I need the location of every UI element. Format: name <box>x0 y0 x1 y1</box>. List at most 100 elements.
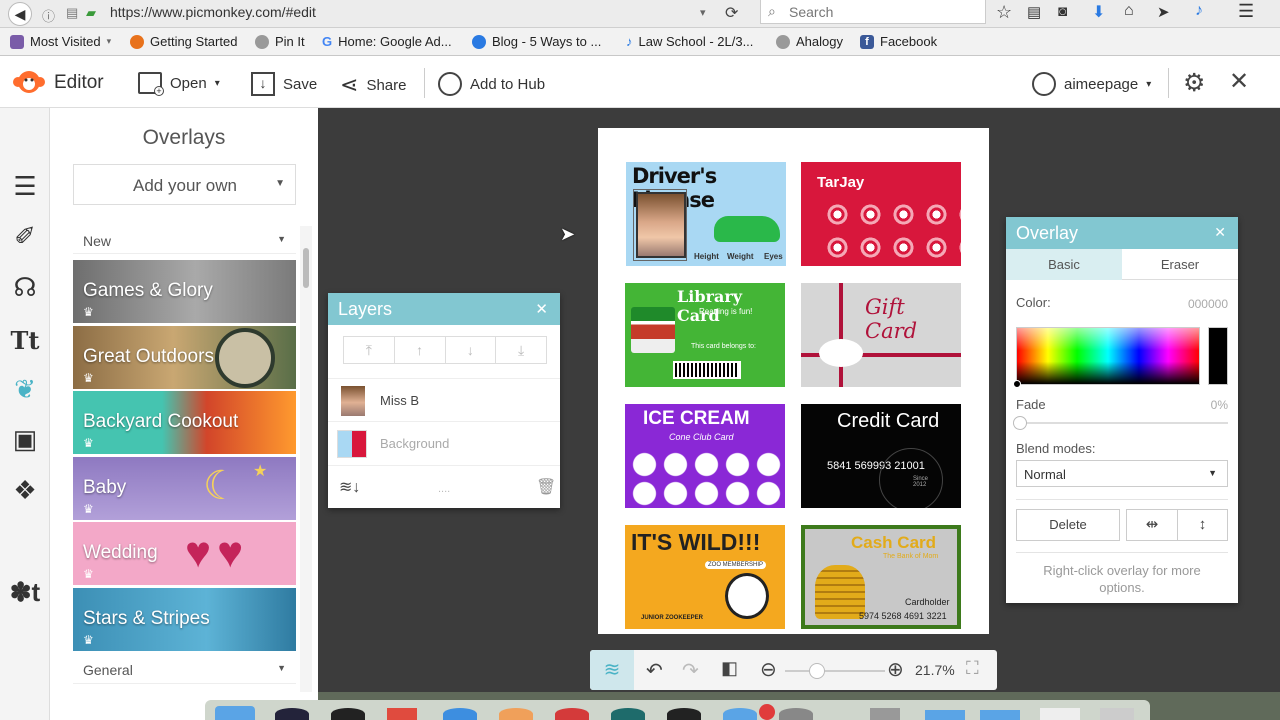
card-its-wild[interactable]: IT'S WILD!!! ZOO MEMBERSHIP JUNIOR ZOOKE… <box>625 525 785 629</box>
text-tool-icon[interactable]: Tt <box>9 325 41 357</box>
card-gift[interactable]: Gift Card <box>801 283 961 387</box>
bookmark-ahalogy[interactable]: Ahalogy <box>776 34 843 49</box>
bookmark-most-visited[interactable]: Most Visited ▾ <box>10 34 111 49</box>
layers-toggle-button[interactable]: ≋ <box>590 650 634 690</box>
add-to-hub-button[interactable]: Add to Hub <box>438 72 545 96</box>
frame-icon[interactable]: ▣ <box>9 423 41 455</box>
category-great-outdoors[interactable]: Great Outdoors ♛ <box>73 326 296 389</box>
gear-icon[interactable]: ⚙ <box>1183 68 1205 98</box>
category-games-glory[interactable]: Games & Glory ♛ <box>73 260 296 323</box>
blend-mode-select[interactable]: Normal ▼ <box>1016 460 1228 487</box>
delete-button[interactable]: Delete <box>1016 509 1120 541</box>
dock-folder-icon[interactable] <box>925 710 965 720</box>
fade-slider[interactable] <box>1013 416 1228 430</box>
apple-themes-icon[interactable] <box>9 526 41 558</box>
bookmark-law-school[interactable]: ♪ Law School - 2L/3... <box>626 34 753 49</box>
flip-horizontal-button[interactable]: ⇹ <box>1126 509 1178 541</box>
card-cash[interactable]: Cash Card The Bank of Mom Cardholder 597… <box>801 525 961 629</box>
resize-grip-icon[interactable]: .... <box>438 483 450 495</box>
bookmark-star-icon[interactable]: ☆ <box>996 2 1012 23</box>
monkey-logo-icon[interactable] <box>12 69 46 95</box>
fade-slider-thumb[interactable] <box>1013 416 1027 430</box>
color-picker-handle[interactable] <box>1013 380 1021 388</box>
move-up-icon[interactable]: ↑ <box>395 337 446 363</box>
layer-row-background[interactable]: Background <box>328 422 560 466</box>
layer-row-miss-b[interactable]: Miss B <box>328 378 560 422</box>
reader-icon[interactable]: ▤ <box>66 5 78 21</box>
dock-app-icon[interactable] <box>331 708 365 720</box>
bookmark-blog[interactable]: Blog - 5 Ways to ... <box>472 34 601 49</box>
menu-icon[interactable]: ☰ <box>1238 1 1254 22</box>
dock-finder-icon[interactable] <box>215 706 255 720</box>
redo-icon[interactable]: ↷ <box>682 658 699 683</box>
section-new-dropdown[interactable]: New ▼ <box>73 226 296 254</box>
search-box[interactable]: ⌕ Search <box>760 0 986 24</box>
dock-app-icon[interactable] <box>667 708 701 720</box>
dock-trash-icon[interactable] <box>1100 708 1134 720</box>
dock-app-icon[interactable] <box>499 708 533 720</box>
panel-scrollbar[interactable] <box>300 226 312 692</box>
dropdown-chevron-icon[interactable]: ▾ <box>700 6 706 19</box>
send-to-back-icon[interactable]: ⤓ <box>496 337 546 363</box>
dock-folder-icon[interactable] <box>980 710 1020 720</box>
magic-wand-icon[interactable]: ✐ <box>9 220 41 252</box>
close-icon[interactable]: ✕ <box>535 300 548 318</box>
dock-document-icon[interactable] <box>1040 708 1080 720</box>
move-down-icon[interactable]: ↓ <box>446 337 497 363</box>
bookmark-facebook[interactable]: f Facebook <box>860 34 937 49</box>
category-stars-stripes[interactable]: Stars & Stripes ♛ <box>73 588 296 651</box>
dock-calendar-icon[interactable] <box>387 708 417 720</box>
zoom-slider[interactable] <box>785 663 885 679</box>
dock-app-icon[interactable] <box>611 708 645 720</box>
card-tarjay[interactable]: TarJay <box>801 162 961 266</box>
dock-app-icon[interactable] <box>779 708 813 720</box>
merge-layers-icon[interactable]: ≋↓ <box>339 477 360 497</box>
color-hex-value[interactable]: 000000 <box>1188 297 1228 311</box>
card-library[interactable]: Library Card Reading is fun! This card b… <box>625 283 785 387</box>
reload-icon[interactable]: ⟳ <box>725 3 738 23</box>
send-icon[interactable]: ➤ <box>1157 3 1170 21</box>
close-icon[interactable]: ✕ <box>1229 67 1249 96</box>
pocket-icon[interactable]: ◙ <box>1058 3 1067 20</box>
overlay-header[interactable]: Overlay ✕ <box>1006 217 1238 249</box>
info-icon[interactable]: ⓘ <box>42 6 55 25</box>
bookmark-google-ads[interactable]: G Home: Google Ad... <box>322 34 452 49</box>
color-spectrum-picker[interactable] <box>1013 327 1200 388</box>
add-your-own-dropdown[interactable]: Add your own ▼ <box>73 164 296 205</box>
category-wedding[interactable]: ♥♥ Wedding ♛ <box>73 522 296 585</box>
dock-app-icon[interactable] <box>555 708 589 720</box>
dock-folder-icon[interactable] <box>870 708 900 720</box>
zoom-in-icon[interactable]: ⊕ <box>887 657 904 682</box>
bookmark-pin-it[interactable]: Pin It <box>255 34 305 49</box>
category-baby[interactable]: ☾ ★ Baby ♛ <box>73 457 296 520</box>
download-icon[interactable]: ⬇ <box>1092 2 1105 22</box>
adjust-sliders-icon[interactable]: ☰ <box>9 170 41 202</box>
back-button[interactable]: ◀ <box>8 2 32 26</box>
compare-icon[interactable]: ◧ <box>721 658 738 679</box>
card-ice-cream[interactable]: ICE CREAM Cone Club Card <box>625 404 785 508</box>
flip-vertical-button[interactable]: ↕ <box>1177 509 1228 541</box>
dock-app-icon[interactable] <box>443 708 477 720</box>
bookmark-getting-started[interactable]: Getting Started <box>130 34 237 49</box>
tab-eraser[interactable]: Eraser <box>1122 249 1238 280</box>
extension-icon[interactable]: ♪ <box>1195 2 1203 20</box>
dock-app-icon[interactable] <box>723 708 757 720</box>
trash-icon[interactable]: 🗑 <box>536 477 556 497</box>
open-button[interactable]: + Open ▾ <box>138 72 220 96</box>
bring-to-front-icon[interactable]: ⤒ <box>344 337 395 363</box>
section-general-dropdown[interactable]: General ▼ <box>73 656 296 684</box>
zoom-out-icon[interactable]: ⊖ <box>760 657 777 682</box>
share-button[interactable]: ⋖ Share <box>340 72 406 98</box>
card-drivers-license[interactable]: Driver's License Height Weight Eyes <box>626 162 786 266</box>
fullscreen-icon[interactable]: ⛶ <box>966 658 979 679</box>
tumblr-icon[interactable]: ✽t <box>9 576 41 608</box>
save-button[interactable]: ↓ Save <box>251 72 317 96</box>
canvas-page[interactable]: Driver's License Height Weight Eyes TarJ… <box>598 128 989 634</box>
undo-icon[interactable]: ↶ <box>646 658 663 683</box>
zoom-slider-thumb[interactable] <box>809 663 825 679</box>
scrollbar-thumb[interactable] <box>303 248 309 288</box>
dock-app-icon[interactable] <box>275 708 309 720</box>
texture-icon[interactable]: ❖ <box>9 474 41 506</box>
selection-handles[interactable] <box>633 189 687 261</box>
clipboard-icon[interactable]: ▤ <box>1027 3 1041 21</box>
